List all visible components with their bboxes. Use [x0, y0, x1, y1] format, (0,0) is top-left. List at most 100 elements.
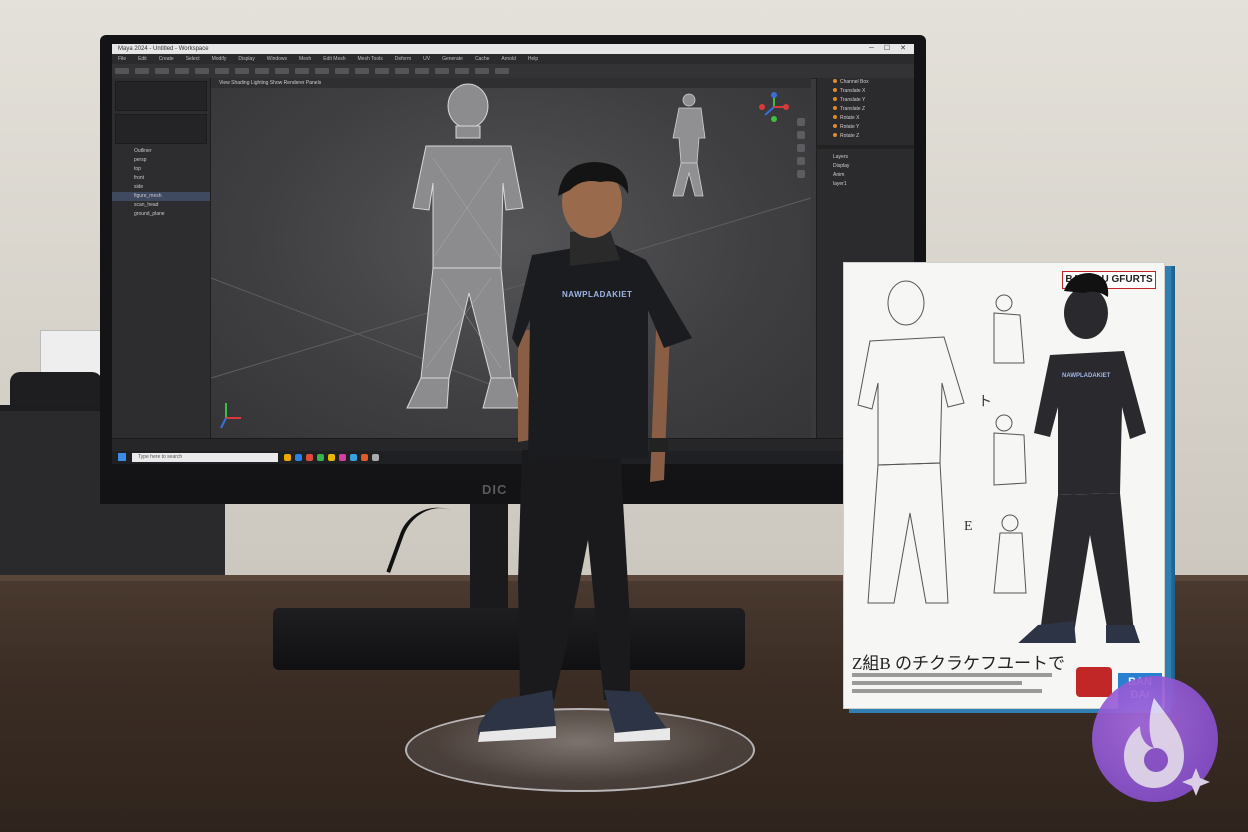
box-caption: Z組B のチクラケフユートで	[852, 654, 1065, 673]
tool-settings-block	[115, 114, 207, 144]
layer-row[interactable]: Anim	[817, 171, 914, 180]
box-marker-1: ト	[978, 395, 992, 410]
attribute-label: Rotate Y	[840, 124, 860, 130]
menu-item[interactable]: Select	[186, 56, 200, 62]
tool-button[interactable]	[315, 68, 329, 74]
menu-item[interactable]: Deform	[395, 56, 411, 62]
menu-item[interactable]: Display	[238, 56, 254, 62]
outliner-item[interactable]: scan_head	[112, 201, 210, 210]
camera-icon[interactable]	[797, 170, 805, 178]
tool-button[interactable]	[475, 68, 489, 74]
attribute-row[interactable]: Translate X	[817, 87, 914, 96]
keyframe-dot-icon	[833, 88, 837, 92]
tool-button[interactable]	[215, 68, 229, 74]
box-fine-print-line	[852, 673, 1052, 677]
attribute-row[interactable]: Rotate X	[817, 114, 914, 123]
tool-button[interactable]	[195, 68, 209, 74]
tool-button[interactable]	[395, 68, 409, 74]
tool-button[interactable]	[455, 68, 469, 74]
tool-button[interactable]	[335, 68, 349, 74]
attribute-label: Rotate Z	[840, 133, 860, 139]
outliner-item[interactable]: front	[112, 174, 210, 183]
tool-button[interactable]	[235, 68, 249, 74]
attribute-label: Translate Y	[840, 97, 866, 103]
outliner-item[interactable]: Outliner	[112, 147, 210, 156]
attribute-row[interactable]: Rotate Y	[817, 123, 914, 132]
box-illustrations	[857, 273, 1146, 643]
box-marker-2: E	[964, 519, 973, 534]
attribute-row[interactable]: Translate Y	[817, 96, 914, 105]
tool-button[interactable]	[275, 68, 289, 74]
taskbar-app-icon[interactable]	[295, 454, 302, 461]
menu-item[interactable]: Create	[159, 56, 174, 62]
menu-item[interactable]: Edit	[138, 56, 147, 62]
layer-list: Layers Display Anim layer1	[817, 153, 914, 189]
menu-item[interactable]: Windows	[267, 56, 287, 62]
start-icon[interactable]	[118, 453, 126, 461]
taskbar-search-input[interactable]: Type here to search	[132, 453, 278, 462]
taskbar-app-icon[interactable]	[339, 454, 346, 461]
box-fine-print-line	[852, 689, 1042, 693]
menu-item[interactable]: Arnold	[501, 56, 515, 62]
menu-item[interactable]: Help	[528, 56, 538, 62]
tool-button[interactable]	[495, 68, 509, 74]
taskbar-app-icon[interactable]	[306, 454, 313, 461]
layer-row[interactable]: Display	[817, 162, 914, 171]
tool-button[interactable]	[355, 68, 369, 74]
taskbar-app-icon[interactable]	[284, 454, 291, 461]
attribute-row[interactable]: Channel Box	[817, 78, 914, 87]
orbit-icon[interactable]	[797, 118, 805, 126]
menu-item[interactable]: Mesh	[299, 56, 311, 62]
menu-item[interactable]: Edit Mesh	[323, 56, 345, 62]
menu-item[interactable]: Modify	[212, 56, 227, 62]
tool-button[interactable]	[415, 68, 429, 74]
outliner-item[interactable]: figure_mesh	[112, 192, 210, 201]
tool-button[interactable]	[175, 68, 189, 74]
taskbar-app-icon[interactable]	[372, 454, 379, 461]
zoom-icon[interactable]	[797, 144, 805, 152]
keyframe-dot-icon	[833, 106, 837, 110]
attribute-list: Channel Box Translate X Translate Y Transla…	[817, 78, 914, 141]
layer-row[interactable]: Layers	[817, 153, 914, 162]
viewport-nav-tools	[797, 118, 805, 183]
tool-button[interactable]	[155, 68, 169, 74]
outliner-item[interactable]: side	[112, 183, 210, 192]
view-cube-gizmo-icon[interactable]	[759, 92, 789, 122]
attribute-label: Translate Z	[840, 106, 866, 112]
tool-button[interactable]	[435, 68, 449, 74]
menu-item[interactable]: Mesh Tools	[358, 56, 383, 62]
menu-item[interactable]: File	[118, 56, 126, 62]
figurine-shirt-print: NAWPLADAKIET	[562, 290, 633, 299]
menu-item[interactable]: Cache	[475, 56, 489, 62]
attribute-row[interactable]: Rotate Z	[817, 132, 914, 141]
keyframe-dot-icon	[833, 79, 837, 83]
tool-button[interactable]	[115, 68, 129, 74]
layer-row[interactable]: layer1	[817, 180, 914, 189]
tool-button[interactable]	[295, 68, 309, 74]
taskbar-app-icon[interactable]	[317, 454, 324, 461]
tool-button[interactable]	[135, 68, 149, 74]
keyframe-dot-icon	[833, 115, 837, 119]
menu-item[interactable]: Generate	[442, 56, 463, 62]
taskbar-app-icon[interactable]	[361, 454, 368, 461]
menu-item[interactable]: UV	[423, 56, 430, 62]
tool-button[interactable]	[255, 68, 269, 74]
frame-icon[interactable]	[797, 157, 805, 165]
figurine-icon	[477, 162, 692, 742]
window-controls[interactable]: ─ ☐ ✕	[869, 44, 910, 54]
outliner-item[interactable]: ground_plane	[112, 210, 210, 219]
outliner-item[interactable]: persp	[112, 156, 210, 165]
product-box: BANDAU GFURTS NAWPLADAKIET ト E Z組B のチクラケ…	[843, 262, 1165, 710]
outliner-panel: Outliner persp top front side figure_mesh scan…	[112, 78, 211, 438]
app-title: Maya 2024 - Untitled - Workspace	[118, 46, 209, 52]
outliner-list: Outliner persp top front side figure_mesh scan…	[112, 147, 210, 219]
pan-icon[interactable]	[797, 131, 805, 139]
box-shirt-print: NAWPLADAKIET	[1062, 373, 1111, 379]
attribute-row[interactable]: Translate Z	[817, 105, 914, 114]
attribute-label: Rotate X	[840, 115, 860, 121]
taskbar-app-icon[interactable]	[350, 454, 357, 461]
taskbar-app-icon[interactable]	[328, 454, 335, 461]
tool-button[interactable]	[375, 68, 389, 74]
outliner-item[interactable]: top	[112, 165, 210, 174]
box-fine-print-line	[852, 681, 1022, 685]
